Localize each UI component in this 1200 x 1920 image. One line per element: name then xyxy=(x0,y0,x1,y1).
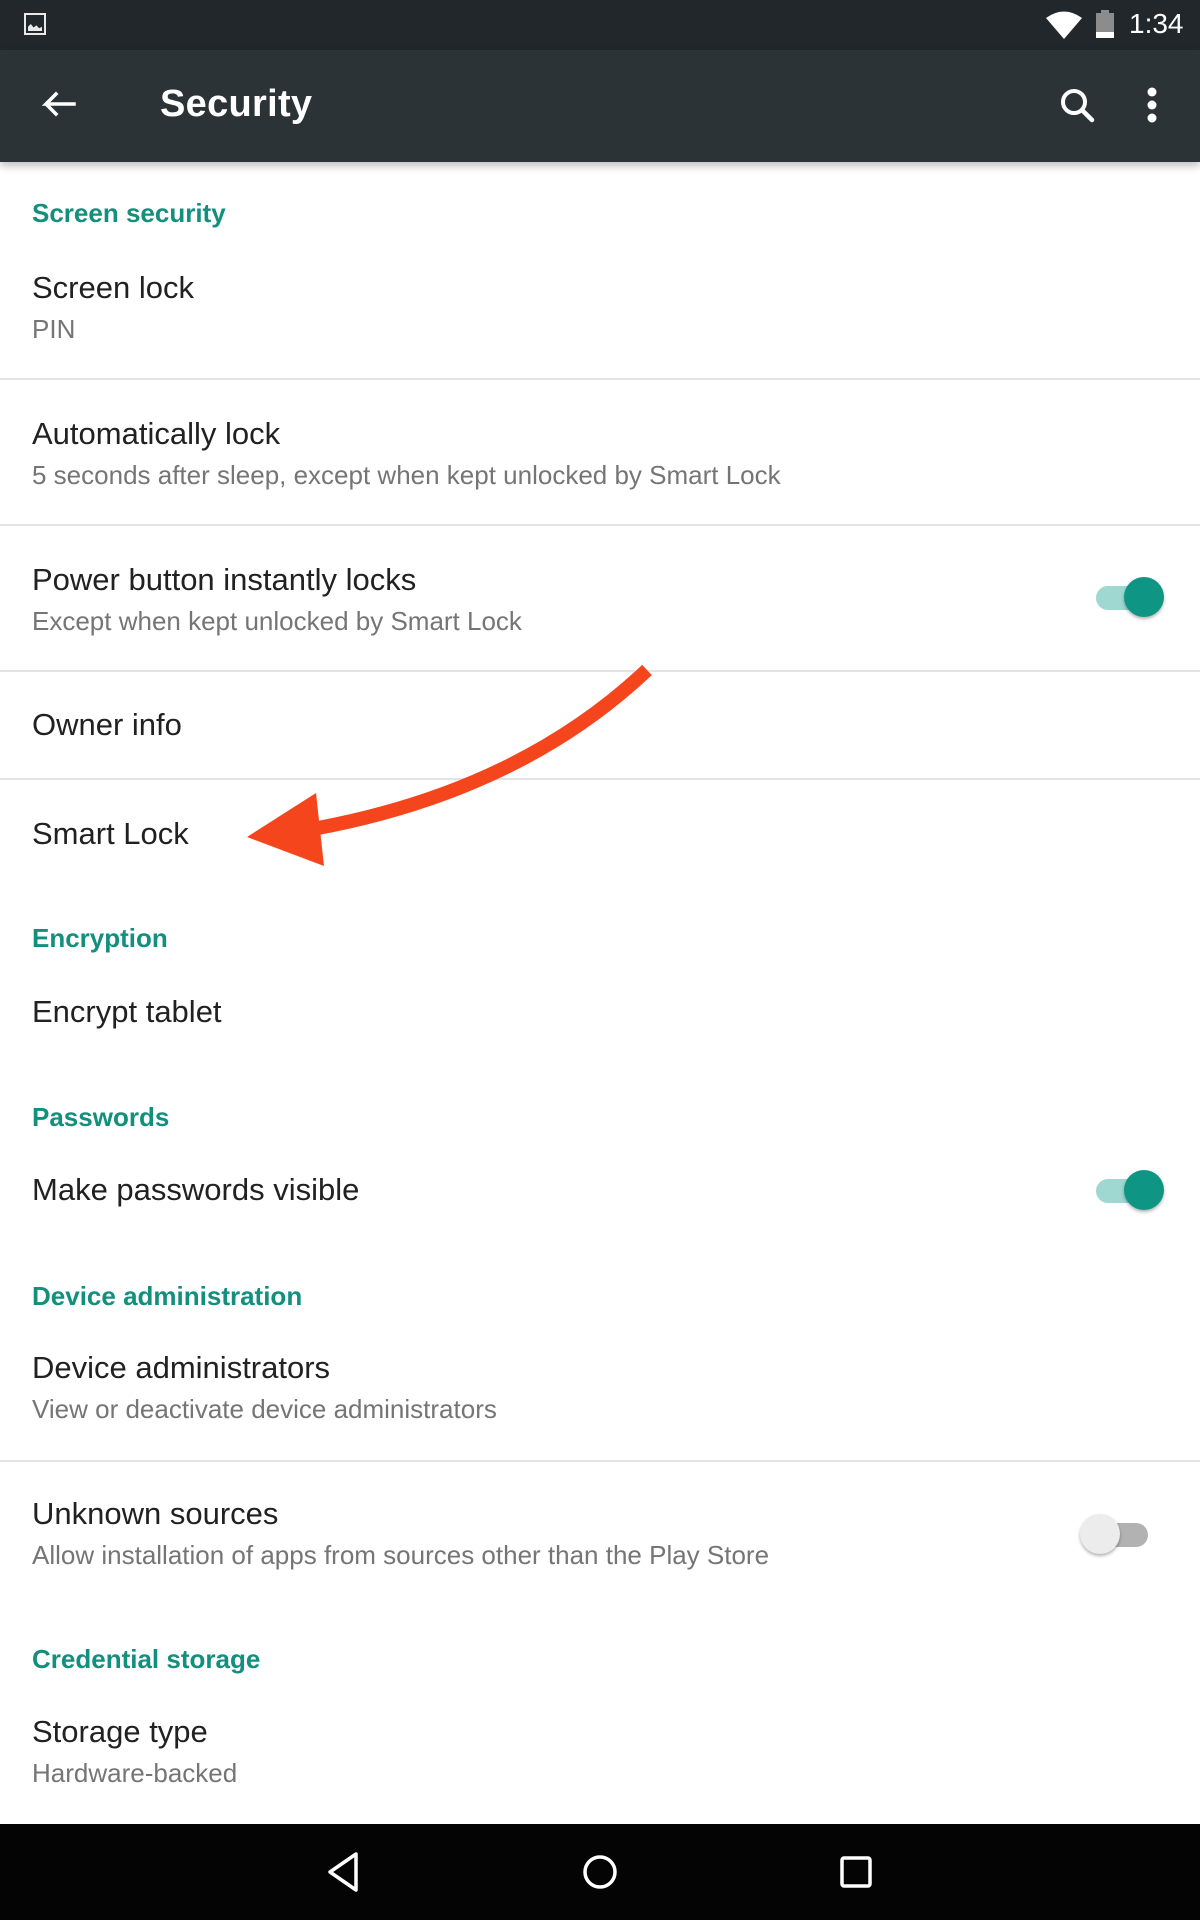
switch-thumb xyxy=(1124,577,1164,617)
pref-title: Smart Lock xyxy=(32,816,189,851)
more-vert-icon[interactable] xyxy=(1128,82,1176,130)
wifi-icon xyxy=(1046,11,1082,39)
status-bar: 1:34 xyxy=(0,0,1200,50)
pref-title: Owner info xyxy=(32,707,182,742)
pref-title: Device administrators xyxy=(32,1350,331,1385)
nav-home-icon[interactable] xyxy=(574,1846,626,1898)
pref-power-button-instantly-locks[interactable]: Power button instantly locks Except when… xyxy=(0,526,1200,670)
make-passwords-visible-switch[interactable] xyxy=(1090,1167,1164,1213)
pref-title: Storage type xyxy=(32,1714,208,1749)
pref-encrypt-tablet[interactable]: Encrypt tablet xyxy=(0,962,1200,1062)
switch-thumb xyxy=(1124,1170,1164,1210)
pref-automatically-lock[interactable]: Automatically lock 5 seconds after sleep… xyxy=(0,380,1200,524)
pref-device-administrators[interactable]: Device administrators View or deactivate… xyxy=(0,1322,1200,1460)
system-nav-bar xyxy=(0,1824,1200,1920)
page-title: Security xyxy=(160,83,313,125)
battery-icon xyxy=(1096,10,1114,38)
unknown-sources-switch[interactable] xyxy=(1080,1511,1154,1557)
gallery-notification-icon xyxy=(24,13,46,35)
pref-summary: Hardware-backed xyxy=(32,1758,238,1788)
pref-summary: PIN xyxy=(32,314,76,344)
pref-smart-lock[interactable]: Smart Lock xyxy=(0,780,1200,886)
switch-thumb xyxy=(1080,1514,1120,1554)
pref-title: Make passwords visible xyxy=(32,1172,360,1207)
pref-title: Unknown sources xyxy=(32,1496,279,1531)
app-toolbar: Security xyxy=(0,50,1200,162)
pref-title: Power button instantly locks xyxy=(32,562,417,597)
nav-back-icon[interactable] xyxy=(318,1846,370,1898)
pref-summary: Allow installation of apps from sources … xyxy=(32,1540,770,1570)
section-header-device-administration: Device administration xyxy=(32,1281,303,1311)
pref-title: Screen lock xyxy=(32,270,194,305)
security-settings-list: Screen security Screen lock PIN Automati… xyxy=(0,162,1200,1824)
clock: 1:34 xyxy=(1129,8,1184,39)
section-header-screen-security: Screen security xyxy=(32,198,226,228)
pref-storage-type[interactable]: Storage type Hardware-backed xyxy=(0,1686,1200,1824)
pref-make-passwords-visible[interactable]: Make passwords visible xyxy=(0,1142,1200,1242)
nav-recents-icon[interactable] xyxy=(830,1846,882,1898)
arrow-back-icon[interactable] xyxy=(34,82,82,130)
pref-screen-lock[interactable]: Screen lock PIN xyxy=(0,248,1200,378)
pref-summary: View or deactivate device administrators xyxy=(32,1394,497,1424)
pref-summary: 5 seconds after sleep, except when kept … xyxy=(32,460,781,490)
power-button-lock-switch[interactable] xyxy=(1090,574,1164,620)
section-header-encryption: Encryption xyxy=(32,923,168,953)
pref-title: Automatically lock xyxy=(32,416,281,451)
section-header-passwords: Passwords xyxy=(32,1102,170,1132)
pref-owner-info[interactable]: Owner info xyxy=(0,672,1200,778)
pref-summary: Except when kept unlocked by Smart Lock xyxy=(32,606,522,636)
pref-unknown-sources[interactable]: Unknown sources Allow installation of ap… xyxy=(0,1462,1200,1606)
pref-title: Encrypt tablet xyxy=(32,994,222,1029)
section-header-credential-storage: Credential storage xyxy=(32,1644,261,1674)
search-icon[interactable] xyxy=(1054,82,1102,130)
